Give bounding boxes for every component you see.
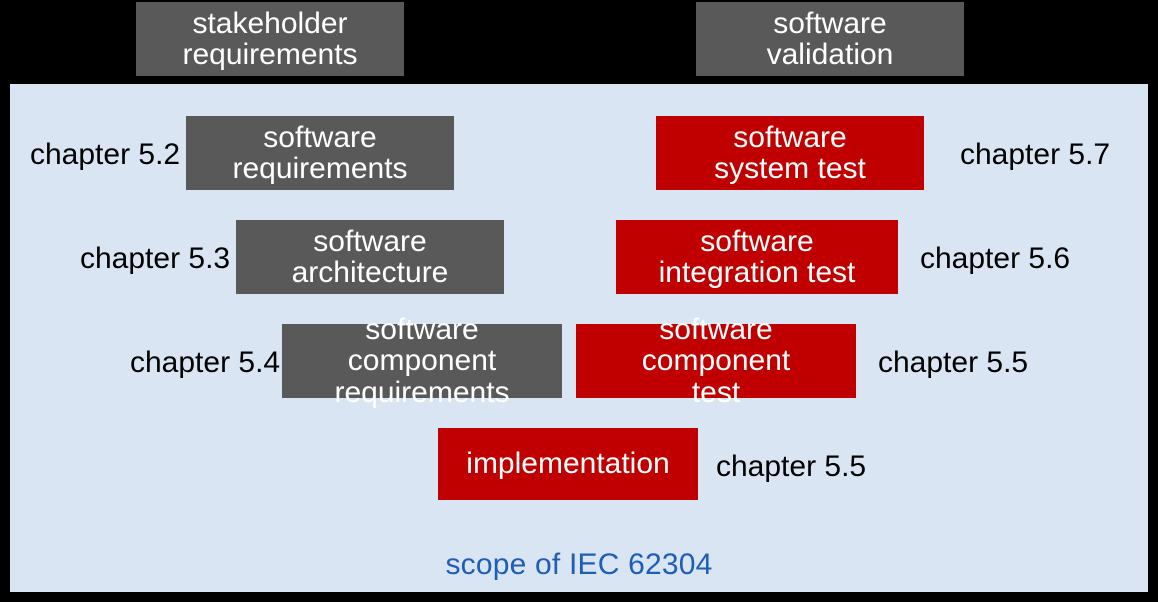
text-line: software [714,122,866,154]
text-line: software component [290,314,554,377]
text-line: software [232,122,407,154]
box-software-architecture: software architecture [236,220,504,294]
chapter-label-5-6: chapter 5.6 [920,244,1070,274]
text-line: requirements [182,39,357,71]
box-software-validation: software validation [696,2,964,76]
chapter-label-5-7: chapter 5.7 [960,140,1110,170]
box-software-component-test: software component test [576,324,856,398]
text-line: system test [714,153,866,185]
chapter-label-5-5-impl: chapter 5.5 [716,452,866,482]
text-line: software [292,226,449,258]
chapter-label-5-5: chapter 5.5 [878,348,1028,378]
text-line: architecture [292,257,449,289]
text-line: validation [767,39,894,71]
box-software-system-test: software system test [656,116,924,190]
text-line: software [659,226,856,258]
box-stakeholder-requirements: stakeholder requirements [136,2,404,76]
v-model-diagram: scope of IEC 62304 stakeholder requireme… [0,0,1158,602]
scope-caption: scope of IEC 62304 [10,548,1148,582]
text-line: software [767,8,894,40]
box-software-requirements: software requirements [186,116,454,190]
text-line: requirements [290,377,554,409]
chapter-label-5-4: chapter 5.4 [130,348,280,378]
box-software-integration-test: software integration test [616,220,898,294]
text-line: stakeholder [182,8,357,40]
box-implementation: implementation [438,428,698,500]
chapter-label-5-2: chapter 5.2 [30,140,180,170]
text-line: requirements [232,153,407,185]
text-line: software component [584,314,848,377]
chapter-label-5-3: chapter 5.3 [80,244,230,274]
box-software-component-requirements: software component requirements [282,324,562,398]
text-line: test [584,377,848,409]
text-line: integration test [659,257,856,289]
text-line: implementation [466,448,669,480]
